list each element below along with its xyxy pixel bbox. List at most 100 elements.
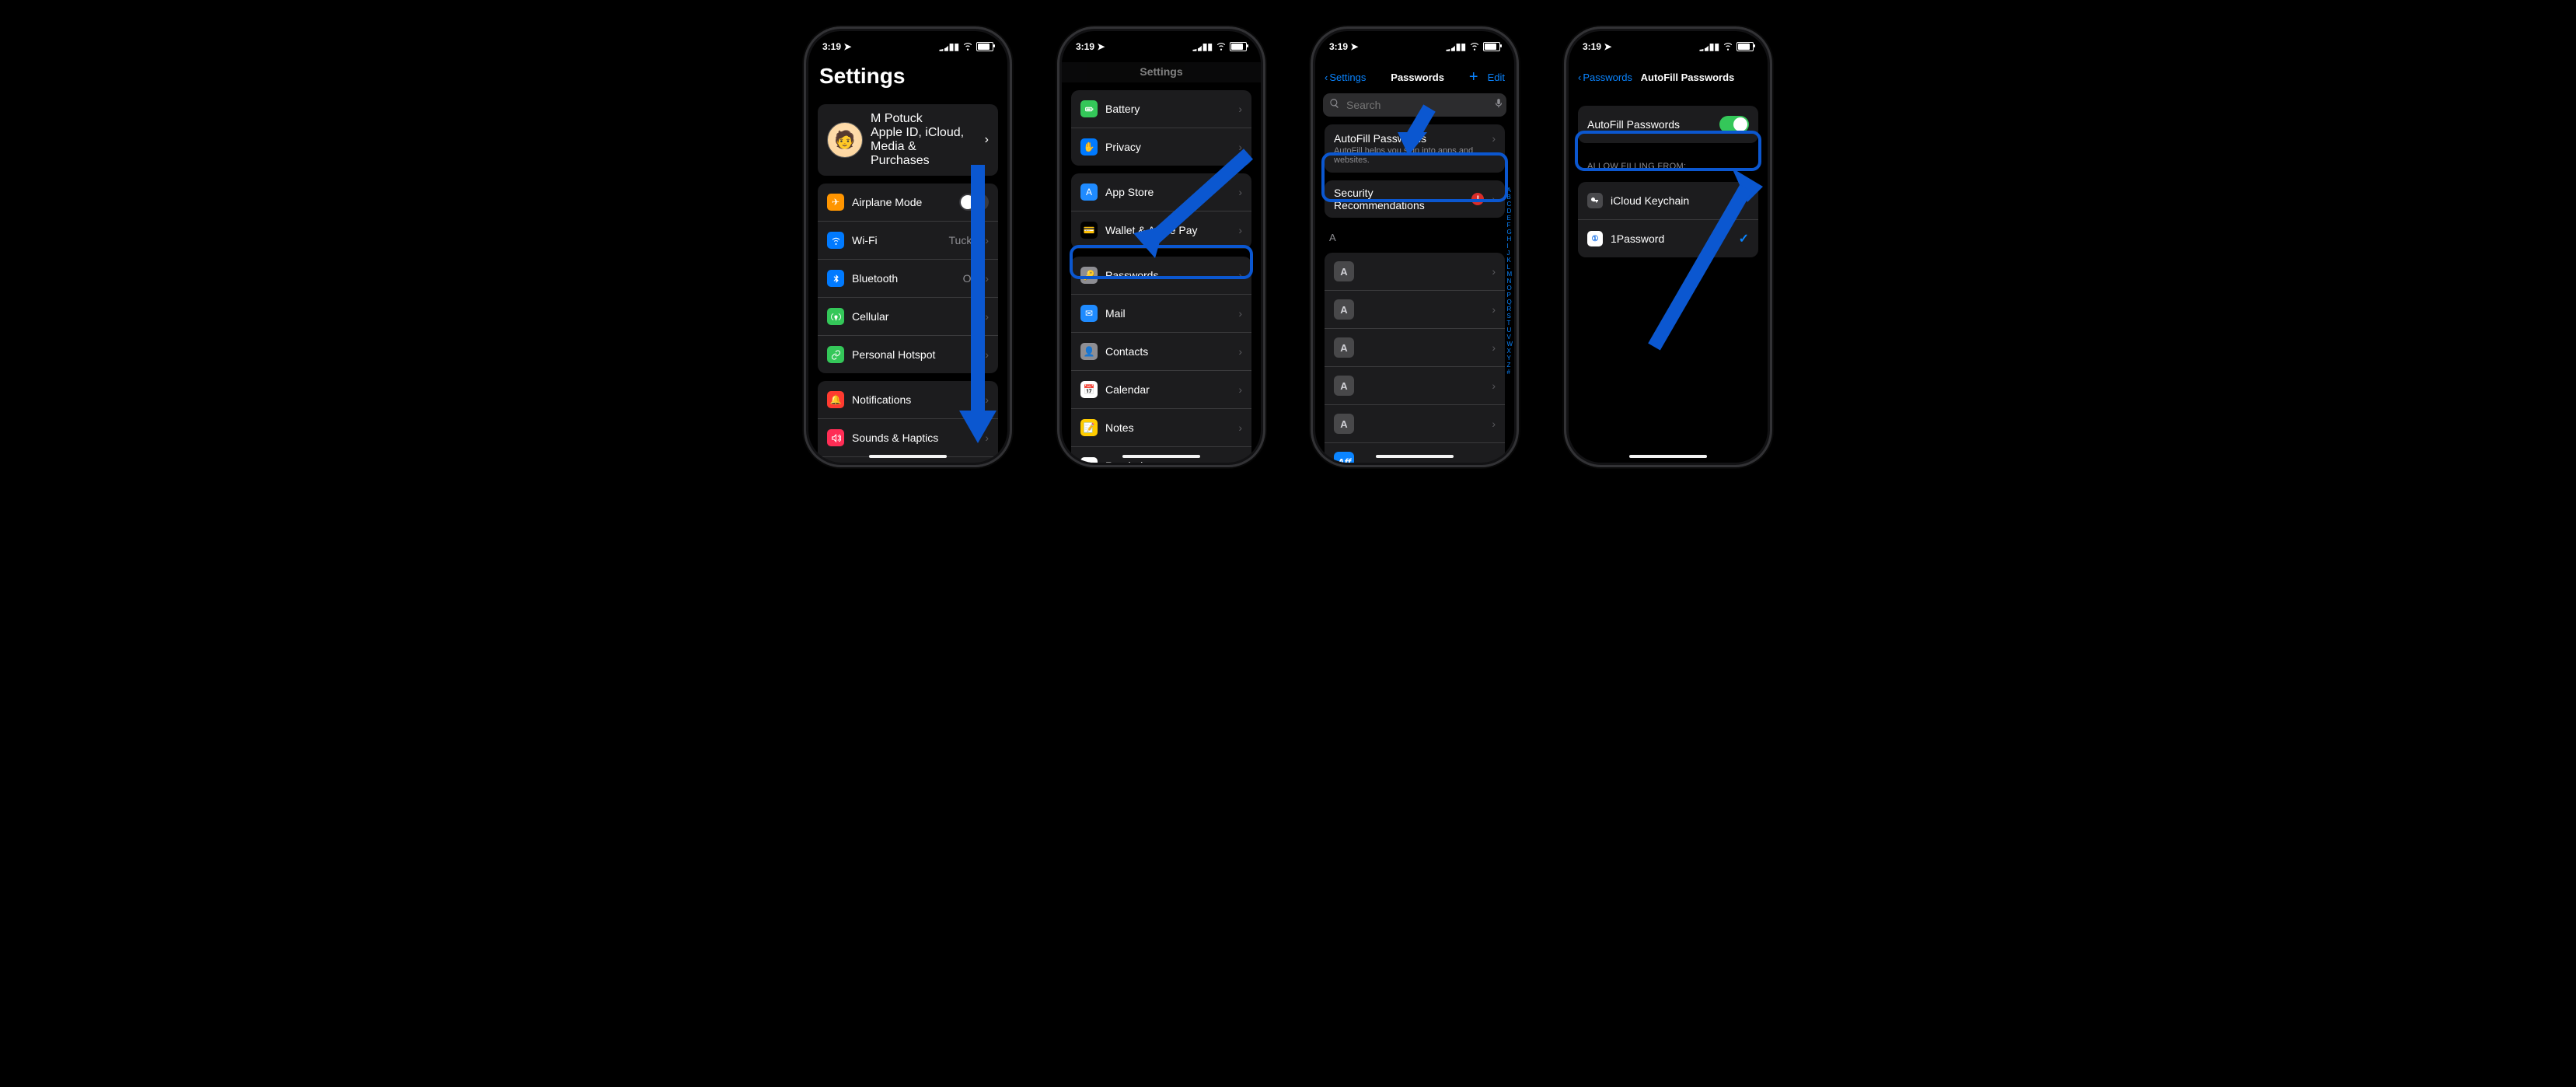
entry-label [1362,379,1484,392]
index-letter[interactable]: # [1506,369,1513,376]
airplane-mode-switch[interactable] [959,194,989,211]
wifi-row[interactable]: Wi-FiTucks› [818,221,998,259]
back-button[interactable]: ‹ Passwords [1578,72,1632,83]
index-letter[interactable]: T [1506,320,1513,327]
index-letter[interactable]: I [1506,243,1513,250]
status-time: 3:19 [1329,41,1348,52]
add-button[interactable]: + [1469,68,1478,86]
notch [1371,31,1458,50]
chevron-right-icon: › [985,432,989,444]
personal-hotspot-label: Personal Hotspot [852,348,977,361]
phone-autofill-passwords: 3:19 ➤ ▮▮▮▮ ‹ Passwords AutoFill Passwor… [1569,31,1768,463]
passwords-row[interactable]: 🔑Passwords› [1071,257,1251,294]
index-letter[interactable]: O [1506,285,1513,292]
chevron-right-icon: › [1238,269,1242,281]
entry-avatar: A [1334,414,1354,434]
chevron-right-icon: › [985,272,989,285]
sounds-haptics-row[interactable]: Sounds & Haptics › [818,418,998,456]
airplane-mode-row[interactable]: ✈Airplane Mode [818,183,998,221]
index-letter[interactable]: F [1506,222,1513,229]
settings-group: AApp Store›💳Wallet & Apple Pay› [1071,173,1251,249]
password-entry[interactable]: A › [1325,253,1505,290]
index-letter[interactable]: X [1506,348,1513,355]
home-indicator[interactable] [869,455,947,458]
apple-id-card[interactable]: 🧑 M Potuck Apple ID, iCloud, Media & Pur… [818,104,998,176]
contacts-row[interactable]: 👤Contacts› [1071,332,1251,370]
index-letter[interactable]: N [1506,278,1513,285]
index-letter[interactable]: J [1506,250,1513,257]
notifications-row[interactable]: 🔔Notifications› [818,381,998,418]
battery-row[interactable]: Battery› [1071,90,1251,128]
home-indicator[interactable] [1122,455,1200,458]
back-button[interactable]: ‹ Settings [1325,72,1366,83]
index-letter[interactable]: W [1506,341,1513,348]
index-letter[interactable]: H [1506,236,1513,243]
password-entry[interactable]: A › [1325,404,1505,442]
nav-title: Settings [1062,62,1261,82]
index-letter[interactable]: A [1506,187,1513,194]
index-letter[interactable]: M [1506,271,1513,278]
home-indicator[interactable] [1629,455,1707,458]
password-entry[interactable]: A › [1325,328,1505,366]
security-recommendations-row[interactable]: Security Recommendations ! › [1325,180,1505,218]
search-input[interactable] [1345,98,1489,112]
chevron-right-icon: › [1238,460,1242,463]
battery-label: Battery [1105,103,1230,115]
privacy-label: Privacy [1105,141,1230,153]
index-letter[interactable]: Q [1506,299,1513,306]
back-label: Passwords [1583,72,1632,83]
1password-icon: ① [1587,231,1603,246]
wallet-apple-pay-row[interactable]: 💳Wallet & Apple Pay› [1071,211,1251,249]
index-letter[interactable]: S [1506,313,1513,320]
index-letter[interactable]: G [1506,229,1513,236]
chevron-left-icon: ‹ [1578,72,1581,83]
index-letter[interactable]: L [1506,264,1513,271]
1password-row[interactable]: ①1Password✓ [1578,219,1758,257]
chevron-right-icon: › [1492,418,1496,430]
search-field[interactable] [1323,93,1506,117]
home-indicator[interactable] [1376,455,1454,458]
privacy-row[interactable]: ✋Privacy› [1071,128,1251,166]
cellular-icon [827,308,844,325]
index-letter[interactable]: D [1506,208,1513,215]
edit-button[interactable]: Edit [1488,72,1505,83]
autofill-toggle[interactable] [1719,116,1749,133]
entry-avatar: A [1334,376,1354,396]
index-letter[interactable]: V [1506,334,1513,341]
calendar-icon: 📅 [1080,381,1098,398]
index-letter[interactable]: R [1506,306,1513,313]
mail-row[interactable]: ✉Mail› [1071,294,1251,332]
index-letter[interactable]: B [1506,194,1513,201]
index-letter[interactable]: E [1506,215,1513,222]
icloud-keychain-label: iCloud Keychain [1611,194,1731,207]
personal-hotspot-row[interactable]: Personal Hotspot › [818,335,998,373]
password-entry[interactable]: A › [1325,366,1505,404]
index-letter[interactable]: C [1506,201,1513,208]
app-store-row[interactable]: AApp Store› [1071,173,1251,211]
toggle-label: AutoFill Passwords [1587,118,1712,131]
cellular-row[interactable]: Cellular› [818,297,998,335]
section-header-allow-filling: ALLOW FILLING FROM: [1569,151,1768,174]
bluetooth-row[interactable]: BluetoothOn› [818,259,998,297]
calendar-row[interactable]: 📅Calendar› [1071,370,1251,408]
index-letter[interactable]: Z [1506,362,1513,369]
reminders-label: Reminders [1105,460,1230,463]
index-letter[interactable]: P [1506,292,1513,299]
checkmark-icon: ✓ [1739,193,1749,208]
password-entry[interactable]: Aff › [1325,442,1505,463]
index-letter[interactable]: U [1506,327,1513,334]
chevron-right-icon: › [1492,341,1496,354]
icloud-keychain-row[interactable]: iCloud Keychain ✓ [1578,182,1758,219]
notes-row[interactable]: 📝Notes› [1071,408,1251,446]
notch [1625,31,1712,50]
autofill-toggle-row[interactable]: AutoFill Passwords [1578,106,1758,143]
index-letter[interactable]: Y [1506,355,1513,362]
index-letter[interactable]: K [1506,257,1513,264]
sounds-haptics-label: Sounds & Haptics [852,432,977,444]
autofill-passwords-row[interactable]: AutoFill Passwords AutoFill helps you si… [1325,124,1505,173]
chevron-right-icon: › [985,348,989,361]
index-list[interactable]: ABCDEFGHIJKLMNOPQRSTUVWXYZ# [1506,187,1513,376]
mic-icon[interactable] [1493,98,1504,113]
password-entry[interactable]: A › [1325,290,1505,328]
apple-id-name: M Potuck [871,112,977,126]
